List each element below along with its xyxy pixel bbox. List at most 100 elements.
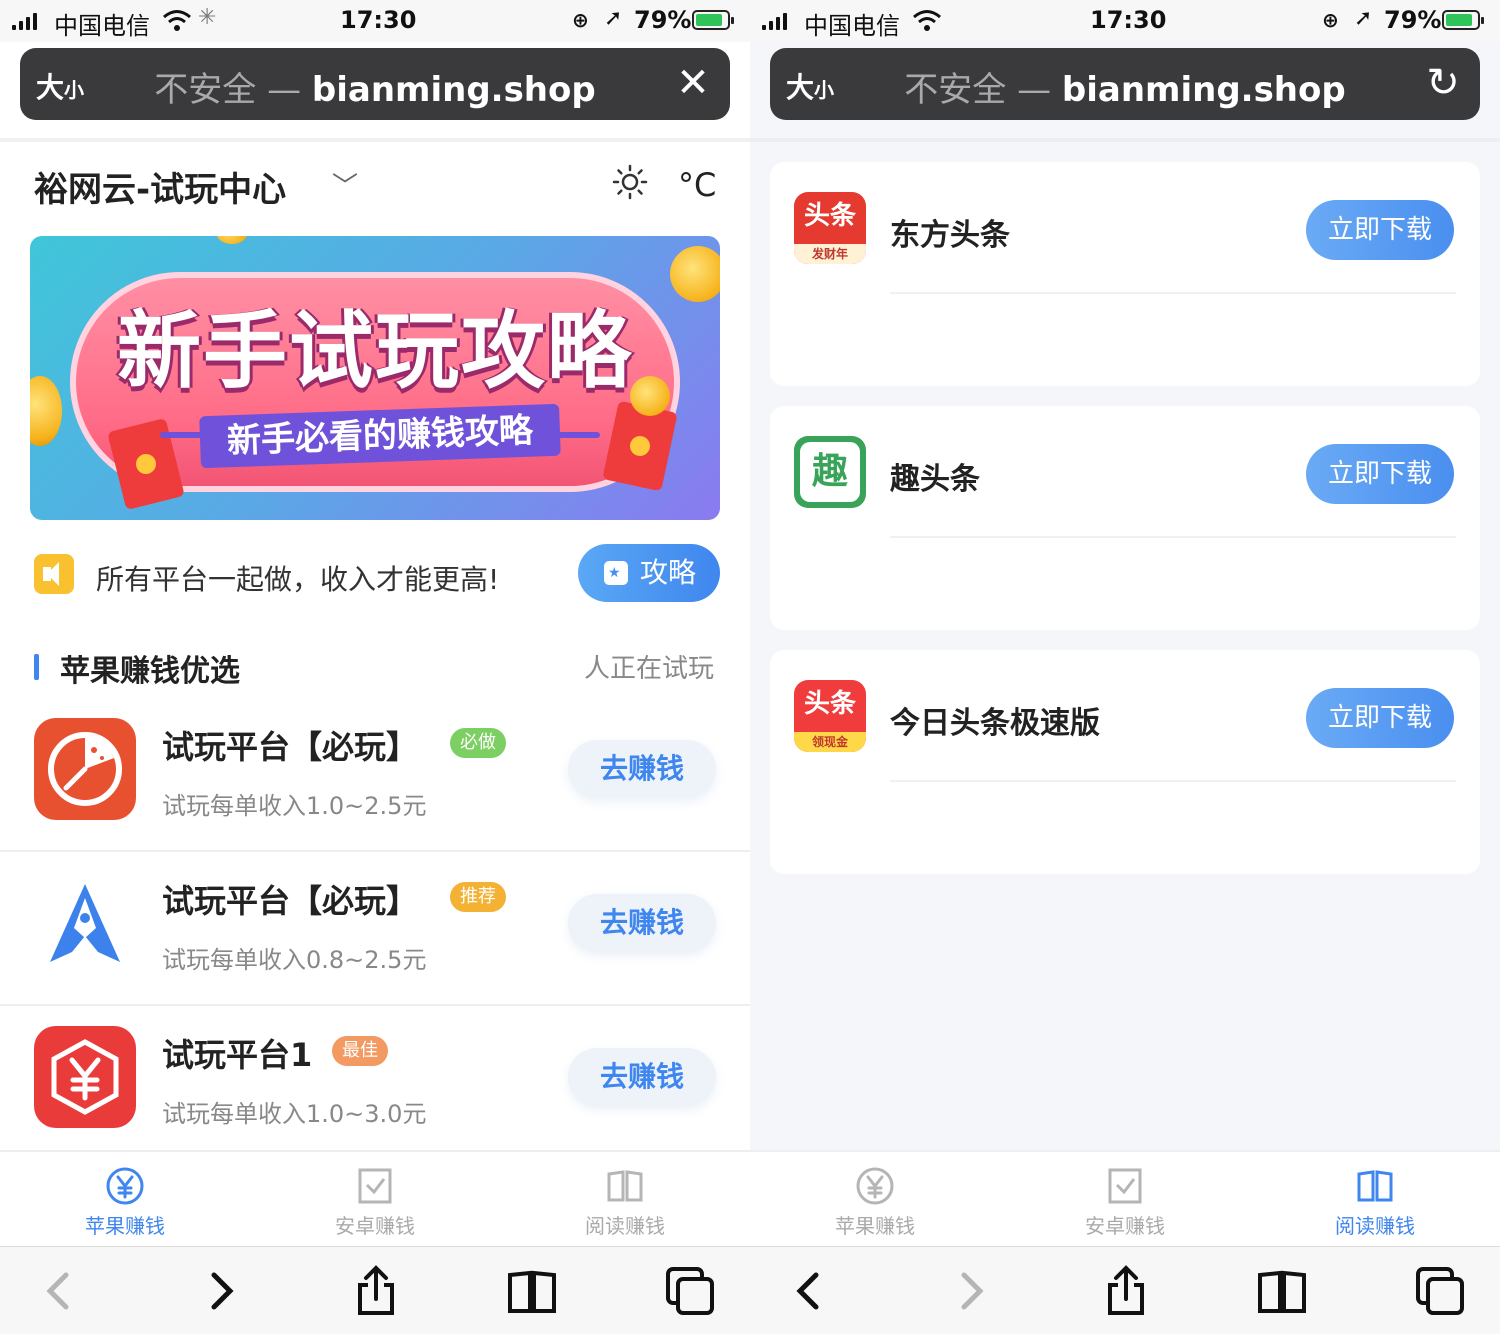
tab-android-earn[interactable]: 安卓赚钱: [1065, 1166, 1185, 1242]
share-icon[interactable]: [350, 1265, 402, 1317]
clock: 17:30: [1090, 6, 1167, 34]
tab-read-earn[interactable]: 阅读赚钱: [565, 1166, 685, 1242]
app-card[interactable]: 头条 领现金 今日头条极速版 立即下载: [770, 650, 1480, 874]
chevron-down-icon[interactable]: ﹀: [332, 166, 358, 203]
tab-read-earn[interactable]: 阅读赚钱: [1315, 1166, 1435, 1242]
app-row[interactable]: 试玩平台【必玩】 必做 试玩每单收入1.0~2.5元 去赚钱: [0, 698, 750, 852]
url-display[interactable]: 不安全 — bianming.shop: [20, 62, 730, 111]
address-bar[interactable]: 大小 不安全 — bianming.shop ✕: [20, 48, 730, 120]
tab-label: 苹果赚钱: [85, 1214, 165, 1238]
notice-text: 所有平台一起做，收入才能更高!: [96, 563, 500, 596]
checkbox-icon: [1108, 1168, 1142, 1204]
coin-decoration: [216, 236, 248, 244]
location-icon: ➚: [1354, 6, 1373, 31]
download-button[interactable]: 立即下载: [1306, 200, 1454, 260]
wifi-icon: [913, 10, 941, 31]
guide-icon: [604, 544, 628, 602]
tab-android-earn[interactable]: 安卓赚钱: [315, 1166, 435, 1242]
earn-button[interactable]: 去赚钱: [568, 740, 716, 798]
rocket-a-icon: [34, 872, 136, 974]
forward-icon[interactable]: [194, 1265, 246, 1317]
rotation-lock-icon: ⊕: [572, 8, 589, 32]
section-header: 苹果赚钱优选 人正在试玩: [34, 644, 720, 689]
banner-title: 新手试玩攻略: [116, 302, 633, 400]
page-header: 裕网云-试玩中心 ﹀ °C: [34, 162, 724, 212]
forward-icon[interactable]: [944, 1265, 996, 1317]
checkbox-icon: [358, 1168, 392, 1204]
section-title: 苹果赚钱优选: [60, 654, 240, 689]
share-icon[interactable]: [1100, 1265, 1152, 1317]
earn-button[interactable]: 去赚钱: [568, 894, 716, 952]
tab-bar: 苹果赚钱 安卓赚钱 阅读赚钱: [750, 1150, 1500, 1246]
temperature-unit: °C: [678, 166, 717, 204]
status-bar: 中国电信 ✳ 17:30 ⊕ ➚ 79%: [0, 0, 750, 42]
divider: [890, 780, 1456, 782]
yuan-circle-icon: [856, 1167, 894, 1205]
status-bar: 中国电信 17:30 ⊕ ➚ 79%: [750, 0, 1500, 42]
tabs-icon[interactable]: [664, 1265, 716, 1317]
tab-label: 安卓赚钱: [1085, 1214, 1165, 1238]
yuan-circle-icon: [106, 1167, 144, 1205]
book-icon: [607, 1170, 643, 1202]
wifi-icon: [163, 10, 191, 31]
battery-icon: [692, 10, 734, 30]
app-badge: 最佳: [332, 1036, 388, 1066]
app-desc: 试玩每单收入1.0~3.0元: [162, 1100, 427, 1128]
earn-button[interactable]: 去赚钱: [568, 1048, 716, 1106]
browser-toolbar: [750, 1246, 1500, 1334]
tab-apple-earn[interactable]: 苹果赚钱: [65, 1166, 185, 1242]
tab-apple-earn[interactable]: 苹果赚钱: [815, 1166, 935, 1242]
app-desc: 试玩每单收入0.8~2.5元: [162, 946, 427, 974]
tabs-icon[interactable]: [1414, 1265, 1466, 1317]
notice-bar: 所有平台一起做，收入才能更高! 攻略: [34, 544, 720, 604]
app-card[interactable]: 趣 趣头条 立即下载: [770, 406, 1480, 630]
download-button[interactable]: 立即下载: [1306, 444, 1454, 504]
divider: [750, 138, 1500, 142]
tab-bar: 苹果赚钱 安卓赚钱 阅读赚钱: [0, 1150, 750, 1246]
divider: [890, 292, 1456, 294]
book-icon: [1357, 1170, 1393, 1202]
url-display[interactable]: 不安全 — bianming.shop: [770, 62, 1480, 111]
tab-label: 阅读赚钱: [1335, 1214, 1415, 1238]
battery-percent: 79%: [634, 6, 692, 34]
section-accent-bar: [34, 654, 39, 680]
section-meta: 人正在试玩: [583, 654, 714, 684]
sun-icon: [612, 164, 648, 200]
pie-clock-icon: [34, 718, 136, 820]
app-name: 今日头条极速版: [890, 706, 1100, 741]
signal-icon: [762, 12, 787, 30]
back-icon[interactable]: [784, 1265, 836, 1317]
signal-icon: [12, 12, 37, 30]
app-badge: 推荐: [450, 882, 506, 912]
banner[interactable]: 新手试玩攻略 新手必看的赚钱攻略: [30, 236, 720, 520]
app-row[interactable]: 试玩平台1 最佳 试玩每单收入1.0~3.0元 去赚钱: [0, 1006, 750, 1160]
bookmarks-icon[interactable]: [506, 1265, 558, 1317]
app-desc: 试玩每单收入1.0~2.5元: [162, 792, 427, 820]
download-button[interactable]: 立即下载: [1306, 688, 1454, 748]
app-name: 试玩平台【必玩】: [162, 882, 419, 920]
page-title: 裕网云-试玩中心: [34, 170, 287, 210]
guide-button[interactable]: 攻略: [578, 544, 720, 602]
tab-label: 安卓赚钱: [335, 1214, 415, 1238]
bookmarks-icon[interactable]: [1256, 1265, 1308, 1317]
dongfang-toutiao-icon: 头条 发财年: [794, 192, 866, 264]
yuan-hexagon-icon: [34, 1026, 136, 1128]
app-name: 试玩平台【必玩】: [162, 728, 419, 766]
location-icon: ➚: [604, 6, 623, 31]
address-bar[interactable]: 大小 不安全 — bianming.shop ↻: [770, 48, 1480, 120]
battery-icon: [1442, 10, 1484, 30]
reload-icon[interactable]: ↻: [1420, 60, 1466, 106]
app-name: 趣头条: [890, 462, 980, 497]
divider: [890, 536, 1456, 538]
toutiao-lite-icon: 头条 领现金: [794, 680, 866, 752]
close-icon[interactable]: ✕: [670, 60, 716, 106]
rotation-lock-icon: ⊕: [1322, 8, 1339, 32]
qutoutiao-icon: 趣: [794, 436, 866, 508]
back-icon[interactable]: [34, 1265, 86, 1317]
app-card[interactable]: 头条 发财年 东方头条 立即下载: [770, 162, 1480, 386]
loading-spinner-icon: ✳: [198, 5, 217, 30]
app-row[interactable]: 试玩平台【必玩】 推荐 试玩每单收入0.8~2.5元 去赚钱: [0, 852, 750, 1006]
browser-toolbar: [0, 1246, 750, 1334]
clock: 17:30: [340, 6, 417, 34]
left-screen: 中国电信 ✳ 17:30 ⊕ ➚ 79% 大小 不安全 — bianming.s…: [0, 0, 750, 1334]
